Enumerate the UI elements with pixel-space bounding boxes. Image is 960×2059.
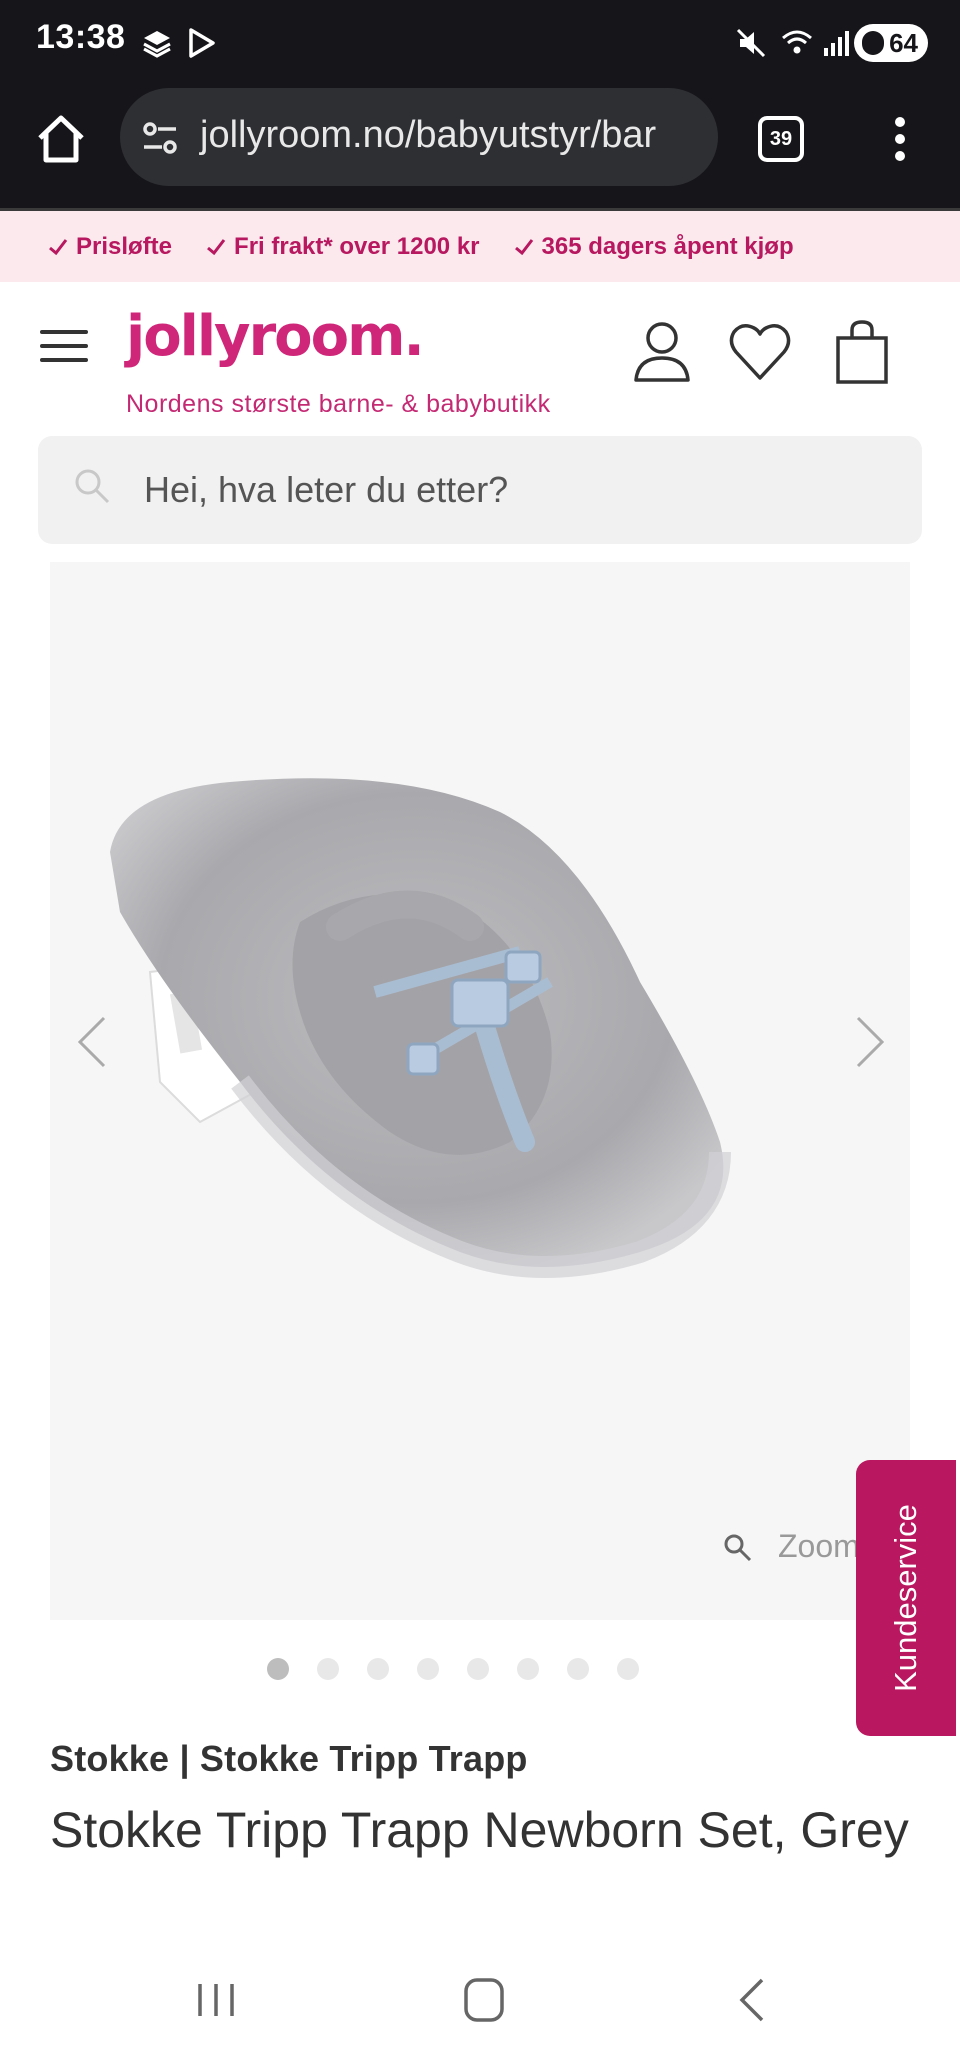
status-bar: 13:38 64 bbox=[0, 0, 960, 84]
check-icon bbox=[49, 238, 68, 255]
usp-item-price-promise: Prisløfte bbox=[48, 233, 172, 261]
product-gallery[interactable]: Zoom bbox=[50, 562, 910, 1620]
zoom-button[interactable]: Zoom bbox=[722, 1528, 860, 1565]
battery-indicator: 64 bbox=[854, 24, 928, 62]
signal-icon bbox=[824, 31, 849, 56]
wifi-icon bbox=[782, 30, 812, 54]
usp-item-open-purchase: 365 dagers åpent kjøp bbox=[514, 233, 794, 261]
battery-saver-icon bbox=[862, 31, 884, 55]
mute-icon bbox=[736, 28, 766, 58]
menu-icon[interactable] bbox=[40, 330, 88, 366]
usp-item-free-shipping: Fri frakt* over 1200 kr bbox=[206, 232, 480, 261]
back-icon[interactable] bbox=[724, 1974, 784, 2026]
usp-label: Fri frakt* over 1200 kr bbox=[234, 232, 480, 260]
more-options-icon[interactable] bbox=[880, 114, 920, 164]
customer-service-label[interactable]: Kundeservice bbox=[888, 1504, 924, 1692]
shopping-bag-icon[interactable] bbox=[830, 318, 894, 386]
site-settings-icon[interactable] bbox=[140, 118, 180, 158]
system-navigation-bar bbox=[0, 1950, 960, 2059]
product-title: Stokke Tripp Trapp Newborn Set, Grey bbox=[50, 1802, 909, 1858]
gallery-dot[interactable] bbox=[316, 1658, 339, 1680]
home-button-icon[interactable] bbox=[454, 1974, 514, 2026]
gallery-dot[interactable] bbox=[516, 1658, 539, 1680]
site-tagline: Nordens største barne- & babybutikk bbox=[126, 390, 551, 418]
usp-strip: Prisløfte Fri frakt* over 1200 kr 365 da… bbox=[0, 208, 960, 282]
product-image[interactable] bbox=[80, 752, 910, 1332]
address-bar[interactable]: jollyroom.no/babyutstyr/bar bbox=[120, 88, 718, 186]
status-time: 13:38 bbox=[36, 18, 126, 56]
usp-label: 365 dagers åpent kjøp bbox=[541, 232, 794, 260]
site-logo[interactable]: jollyroom. bbox=[126, 304, 425, 369]
search-icon bbox=[75, 469, 110, 504]
battery-level: 64 bbox=[889, 28, 918, 58]
gallery-dot[interactable] bbox=[266, 1658, 289, 1680]
gallery-next-icon[interactable] bbox=[850, 1012, 890, 1072]
home-icon[interactable] bbox=[34, 112, 88, 166]
search-bar[interactable] bbox=[38, 436, 922, 544]
tab-switcher-button[interactable]: 39 bbox=[758, 116, 804, 162]
zoom-icon bbox=[724, 1534, 752, 1561]
url-text[interactable]: jollyroom.no/babyutstyr/bar bbox=[200, 114, 656, 157]
gallery-dot[interactable] bbox=[466, 1658, 489, 1680]
account-icon[interactable] bbox=[630, 318, 694, 386]
customer-service-tab[interactable]: Kundeservice bbox=[856, 1460, 956, 1736]
check-icon bbox=[207, 238, 226, 255]
gallery-dot[interactable] bbox=[566, 1658, 589, 1680]
wishlist-heart-icon[interactable] bbox=[728, 318, 792, 386]
gallery-dot[interactable] bbox=[616, 1658, 639, 1680]
browser-toolbar: jollyroom.no/babyutstyr/bar 39 bbox=[0, 84, 960, 208]
product-brand[interactable]: Stokke | Stokke Tripp Trapp bbox=[50, 1738, 528, 1780]
check-icon bbox=[514, 238, 533, 255]
gallery-dot[interactable] bbox=[416, 1658, 439, 1680]
usp-label: Prisløfte bbox=[76, 232, 173, 260]
recent-apps-icon[interactable] bbox=[186, 1974, 246, 2026]
site-header: jollyroom. Nordens største barne- & baby… bbox=[0, 282, 960, 432]
gallery-dot[interactable] bbox=[366, 1658, 389, 1680]
gallery-prev-icon[interactable] bbox=[72, 1012, 112, 1072]
zoom-label[interactable]: Zoom bbox=[778, 1528, 860, 1565]
search-input[interactable] bbox=[144, 464, 884, 516]
notification-stack-icon bbox=[143, 31, 171, 58]
gallery-pagination bbox=[0, 1658, 960, 1680]
play-store-icon bbox=[189, 28, 215, 58]
